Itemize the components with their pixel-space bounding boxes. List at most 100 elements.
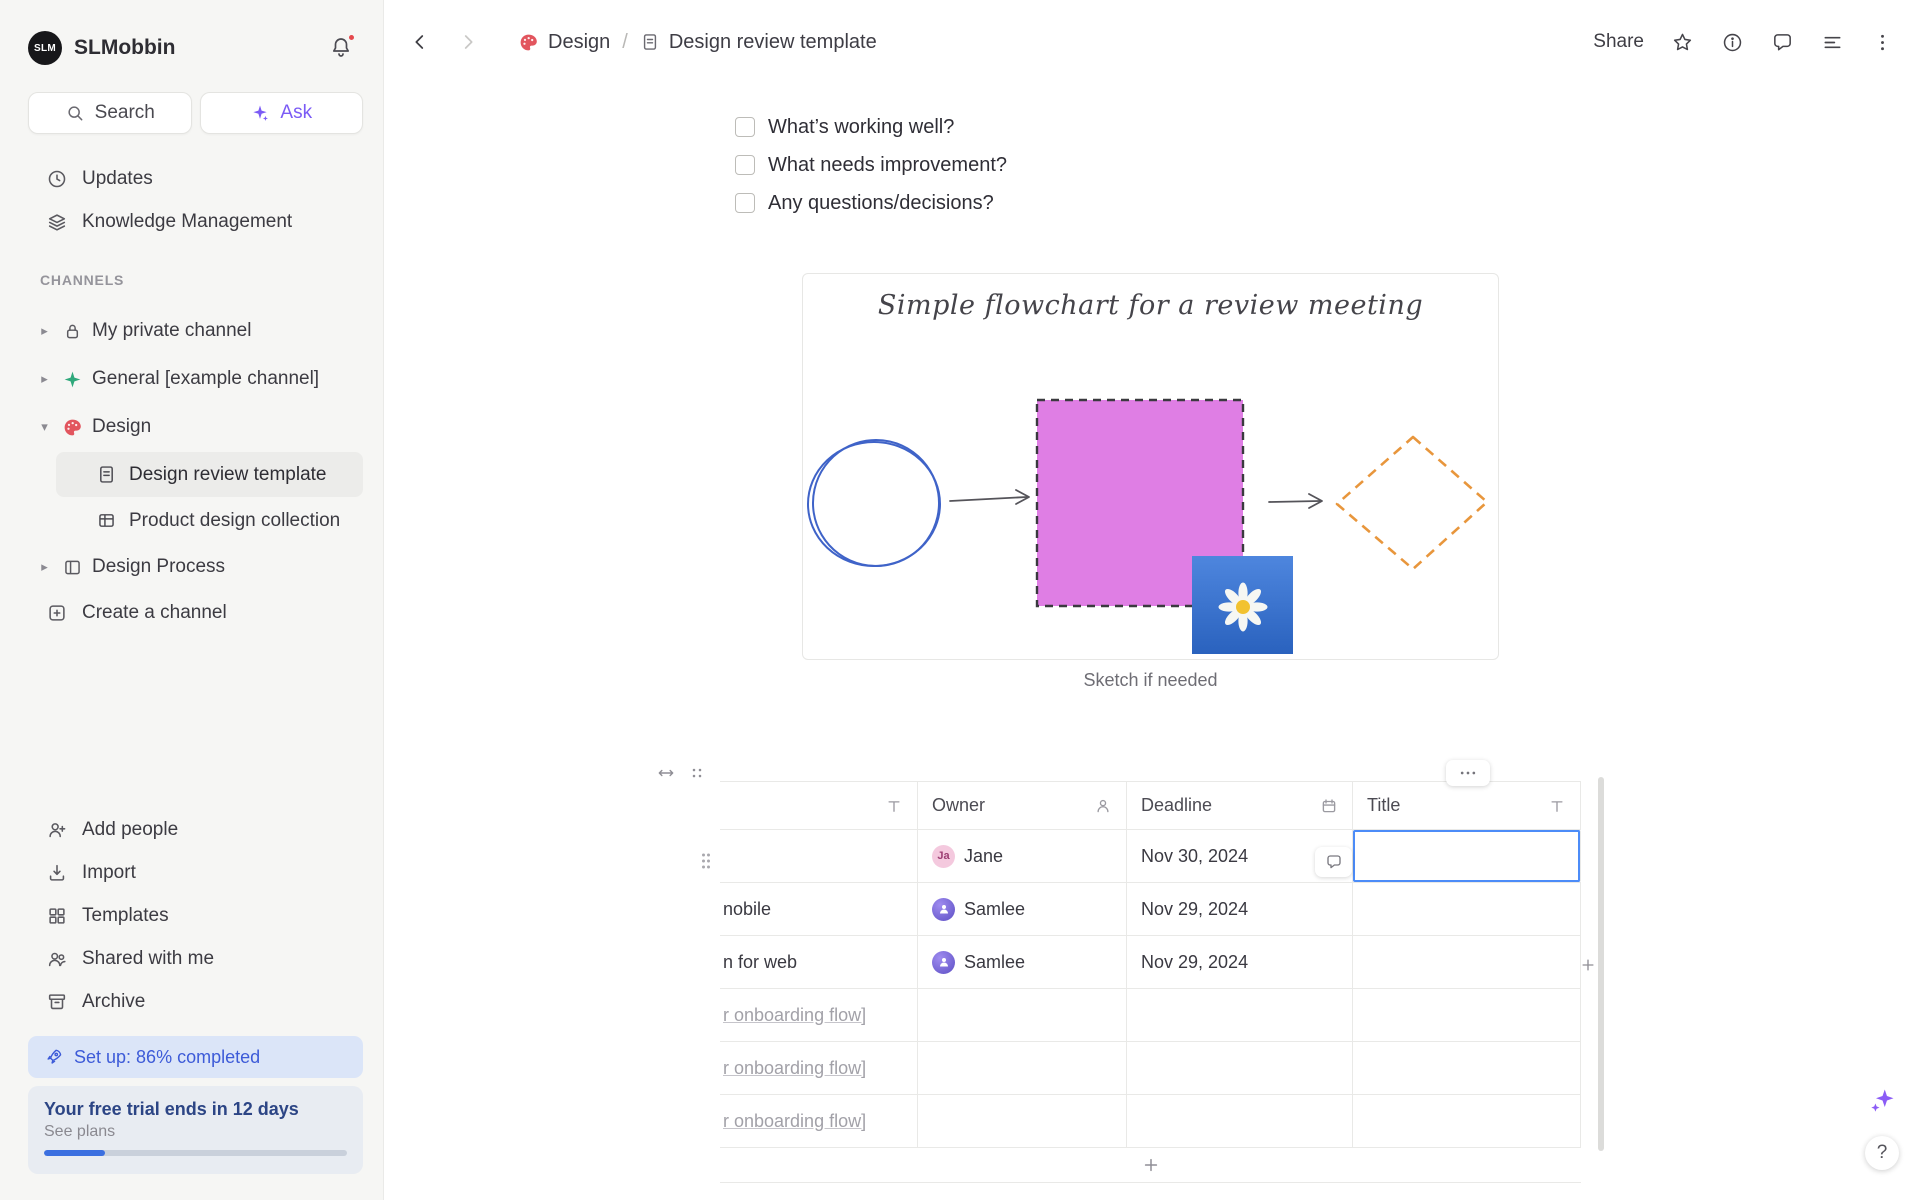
help-button[interactable]: ? [1865, 1136, 1899, 1170]
chevron-right-icon[interactable]: ▸ [36, 559, 53, 575]
table-of-contents-icon[interactable] [1820, 30, 1844, 54]
cell-name-link[interactable]: r onboarding flow] [720, 989, 918, 1041]
workspace-header: SLM SLMobbin [28, 24, 356, 72]
create-channel-button[interactable]: Create a channel [20, 591, 363, 635]
sidebar-item-knowledge-management[interactable]: Knowledge Management [20, 200, 363, 244]
checkbox[interactable] [735, 117, 755, 137]
comments-icon[interactable] [1770, 30, 1794, 54]
daisy-image[interactable] [1192, 556, 1293, 654]
checklist-item-label[interactable]: Any questions/decisions? [768, 192, 994, 215]
cell-name[interactable] [720, 830, 918, 882]
cell-owner[interactable]: Samlee [918, 883, 1127, 935]
sidebar-item-updates[interactable]: Updates [20, 157, 363, 201]
notifications-bell-icon[interactable] [329, 33, 356, 61]
sidebar-channel-my-private-channel[interactable]: ▸ My private channel [20, 309, 363, 353]
cell-name[interactable]: n for web [720, 936, 918, 988]
cell-comment-button[interactable] [1315, 847, 1352, 877]
sidebar-channel-general[interactable]: ▸ General [example channel] [20, 357, 363, 401]
breadcrumb: Design / Design review template [518, 31, 877, 54]
cell-owner[interactable] [918, 1095, 1127, 1147]
share-button[interactable]: Share [1593, 31, 1644, 53]
sidebar-channel-design[interactable]: ▾ Design [20, 405, 363, 449]
table-header-owner[interactable]: Owner [918, 782, 1127, 829]
sidebar-item-label: Archive [82, 991, 146, 1012]
document-icon [96, 464, 117, 485]
trial-card[interactable]: Your free trial ends in 12 days See plan… [28, 1086, 363, 1174]
drag-dots-icon[interactable] [687, 763, 707, 783]
cell-title[interactable] [1353, 989, 1581, 1041]
chevron-right-icon[interactable]: ▸ [36, 323, 53, 339]
cell-deadline[interactable] [1127, 989, 1353, 1041]
cell-deadline[interactable] [1127, 1042, 1353, 1094]
back-icon[interactable] [408, 30, 432, 54]
rocket-icon [44, 1047, 64, 1067]
sidebar-doc-product-design-collection[interactable]: Product design collection [56, 498, 363, 543]
cell-title-selected[interactable] [1353, 830, 1581, 882]
search-icon [65, 103, 85, 123]
cell-name-link[interactable]: r onboarding flow] [720, 1042, 918, 1094]
see-plans-link[interactable]: See plans [44, 1123, 347, 1141]
flow-arrow-2[interactable] [1268, 493, 1323, 509]
channel-label: General [example channel] [92, 368, 320, 389]
cell-deadline[interactable] [1127, 1095, 1353, 1147]
forward-icon[interactable] [456, 30, 480, 54]
owner-name: Samlee [964, 951, 1026, 972]
notification-dot [347, 33, 356, 42]
sketch-circle[interactable] [804, 431, 948, 575]
checklist-item: Any questions/decisions? [735, 184, 1007, 222]
cell-name[interactable]: nobile [720, 883, 918, 935]
sidebar-doc-design-review-template[interactable]: Design review template [56, 452, 363, 497]
ai-assistant-icon[interactable] [1869, 1086, 1897, 1114]
sketch-diamond[interactable] [1335, 435, 1489, 571]
cell-owner[interactable]: Ja Jane [918, 830, 1127, 882]
checkbox[interactable] [735, 193, 755, 213]
cell-name-link[interactable]: r onboarding flow] [720, 1095, 918, 1147]
sidebar-item-templates[interactable]: Templates [20, 894, 363, 938]
setup-progress-banner[interactable]: Set up: 86% completed [28, 1036, 363, 1078]
table-row: r onboarding flow] [720, 1095, 1581, 1148]
table-header-title[interactable]: Title [1353, 782, 1581, 829]
workspace-name[interactable]: SLMobbin [74, 36, 317, 60]
checklist-item-label[interactable]: What needs improvement? [768, 154, 1007, 177]
flow-arrow-1[interactable] [949, 489, 1030, 505]
table-header-name[interactable] [720, 782, 918, 829]
info-icon[interactable] [1720, 30, 1744, 54]
row-drag-handle-icon[interactable] [700, 851, 712, 871]
sidebar-item-import[interactable]: Import [20, 851, 363, 895]
search-button[interactable]: Search [28, 92, 192, 134]
star-icon[interactable] [1670, 30, 1694, 54]
cell-owner[interactable] [918, 1042, 1127, 1094]
chevron-right-icon[interactable]: ▸ [36, 371, 53, 387]
table-header-deadline[interactable]: Deadline [1127, 782, 1353, 829]
table-icon [96, 510, 117, 531]
cell-owner[interactable] [918, 989, 1127, 1041]
sidebar-item-shared-with-me[interactable]: Shared with me [20, 937, 363, 981]
sidebar-channel-design-process[interactable]: ▸ Design Process [20, 545, 363, 589]
checklist-item-label[interactable]: What’s working well? [768, 116, 954, 139]
sidebar-item-archive[interactable]: Archive [20, 980, 363, 1024]
cell-deadline[interactable]: Nov 29, 2024 [1127, 936, 1353, 988]
kebab-menu-icon[interactable] [1870, 30, 1894, 54]
cell-title[interactable] [1353, 1095, 1581, 1147]
checkbox[interactable] [735, 155, 755, 175]
import-icon [46, 862, 68, 884]
add-column-button[interactable] [1576, 953, 1600, 977]
ask-ai-button[interactable]: Ask [199, 92, 363, 134]
sketch-caption: Sketch if needed [1083, 670, 1218, 690]
cell-deadline[interactable]: Nov 29, 2024 [1127, 883, 1353, 935]
breadcrumb-page[interactable]: Design review template [669, 31, 877, 54]
table-scrollbar[interactable] [1598, 777, 1604, 1151]
resize-horizontal-icon[interactable] [656, 763, 676, 783]
breadcrumb-channel[interactable]: Design [548, 31, 610, 54]
collection-table: Owner Deadline Title Ja Jane Nov 30, 202… [658, 760, 1604, 1183]
add-row-button[interactable] [720, 1148, 1581, 1183]
cell-title[interactable] [1353, 936, 1581, 988]
column-label: Owner [932, 795, 986, 815]
sketch-canvas[interactable]: Simple flowchart for a review meeting [802, 273, 1499, 660]
cell-title[interactable] [1353, 1042, 1581, 1094]
chevron-down-icon[interactable]: ▾ [36, 419, 53, 435]
workspace-avatar[interactable]: SLM [28, 31, 62, 65]
cell-owner[interactable]: Samlee [918, 936, 1127, 988]
sidebar-item-add-people[interactable]: Add people [20, 808, 363, 852]
cell-title[interactable] [1353, 883, 1581, 935]
